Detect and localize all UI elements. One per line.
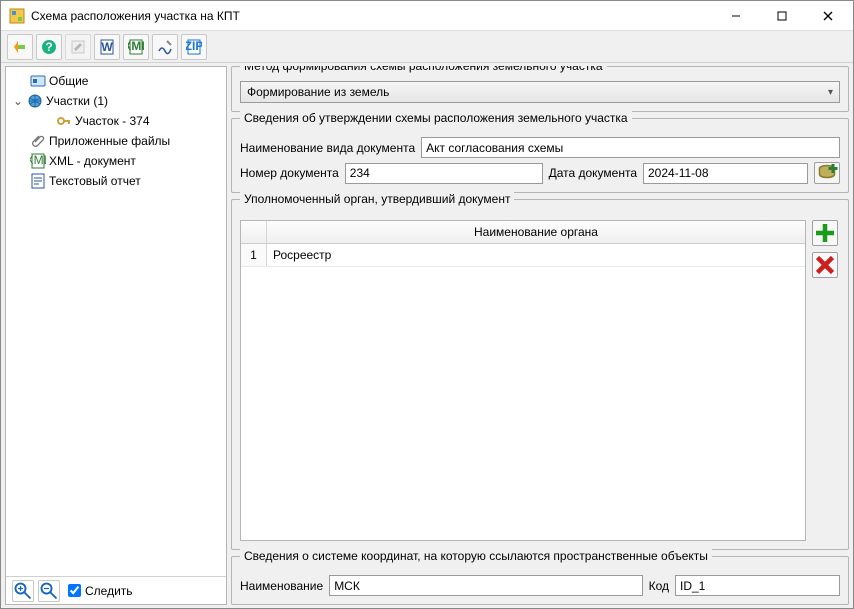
doc-add-button[interactable] bbox=[814, 162, 840, 184]
col-number bbox=[241, 221, 267, 243]
authority-group-title: Уполномоченный орган, утвердивший докуме… bbox=[240, 192, 514, 206]
window-title: Схема расположения участка на КПТ bbox=[31, 9, 713, 23]
tree-label: Участки (1) bbox=[46, 94, 108, 108]
app-window: Схема расположения участка на КПТ ? W XM… bbox=[0, 0, 854, 609]
method-select[interactable]: Формирование из земель ▾ bbox=[240, 81, 840, 103]
method-group: Метод формирования схемы расположения зе… bbox=[231, 66, 849, 112]
back-button[interactable] bbox=[7, 34, 33, 60]
titlebar: Схема расположения участка на КПТ bbox=[1, 1, 853, 31]
attach-icon bbox=[30, 133, 46, 149]
tree-item-parcel-374[interactable]: Участок - 374 bbox=[8, 111, 224, 131]
zoom-out-button[interactable] bbox=[38, 580, 60, 602]
table-row[interactable]: 1 Росреестр bbox=[241, 244, 805, 267]
crs-code-label: Код bbox=[649, 579, 669, 593]
tree-item-general[interactable]: Общие bbox=[8, 71, 224, 91]
table-header: Наименование органа bbox=[241, 221, 805, 244]
follow-checkbox-input[interactable] bbox=[68, 584, 81, 597]
zoom-in-button[interactable] bbox=[12, 580, 34, 602]
svg-text:ZIP: ZIP bbox=[186, 39, 202, 53]
col-name: Наименование органа bbox=[267, 221, 805, 243]
key-icon bbox=[56, 113, 72, 129]
svg-text:?: ? bbox=[45, 40, 52, 54]
sidebar-bottombar: Следить bbox=[6, 576, 226, 604]
tree-label: XML - документ bbox=[49, 154, 136, 168]
card-icon bbox=[30, 73, 46, 89]
xml-icon: XML bbox=[30, 153, 46, 169]
app-icon bbox=[9, 8, 25, 24]
export-xml-button[interactable]: XML bbox=[123, 34, 149, 60]
cell-name: Росреестр bbox=[267, 244, 805, 266]
doc-num-input[interactable] bbox=[345, 163, 543, 184]
doc-type-input[interactable] bbox=[421, 137, 840, 158]
table-body: 1 Росреестр bbox=[241, 244, 805, 540]
tree-label: Общие bbox=[49, 74, 88, 88]
signature-button[interactable] bbox=[152, 34, 178, 60]
authority-table[interactable]: Наименование органа 1 Росреестр bbox=[240, 220, 806, 541]
method-group-title: Метод формирования схемы расположения зе… bbox=[240, 66, 607, 73]
crs-group-title: Сведения о системе координат, на которую… bbox=[240, 549, 712, 563]
sidebar: Общие ⌄ Участки (1) Участок - 374 Прилож… bbox=[5, 66, 227, 605]
add-row-button[interactable] bbox=[812, 220, 838, 246]
svg-text:W: W bbox=[101, 40, 113, 54]
tree-item-attachments[interactable]: Приложенные файлы bbox=[8, 131, 224, 151]
doc-type-label: Наименование вида документа bbox=[240, 141, 415, 155]
authority-group: Уполномоченный орган, утвердивший докуме… bbox=[231, 199, 849, 550]
tree-item-parcels[interactable]: ⌄ Участки (1) bbox=[8, 91, 224, 111]
doc-date-label: Дата документа bbox=[549, 166, 637, 180]
doc-num-label: Номер документа bbox=[240, 166, 339, 180]
content: Метод формирования схемы расположения зе… bbox=[231, 66, 849, 605]
tree[interactable]: Общие ⌄ Участки (1) Участок - 374 Прилож… bbox=[6, 67, 226, 576]
approval-group-title: Сведения об утверждении схемы расположен… bbox=[240, 111, 632, 125]
approval-group: Сведения об утверждении схемы расположен… bbox=[231, 118, 849, 193]
tree-label: Приложенные файлы bbox=[49, 134, 170, 148]
follow-checkbox[interactable]: Следить bbox=[68, 584, 133, 598]
minimize-button[interactable] bbox=[713, 1, 759, 30]
toolbar: ? W XML ZIP bbox=[1, 31, 853, 63]
export-word-button[interactable]: W bbox=[94, 34, 120, 60]
crs-group: Сведения о системе координат, на которую… bbox=[231, 556, 849, 605]
tree-label: Текстовый отчет bbox=[49, 174, 141, 188]
crs-name-label: Наименование bbox=[240, 579, 323, 593]
tree-item-report[interactable]: Текстовый отчет bbox=[8, 171, 224, 191]
delete-row-button[interactable] bbox=[812, 252, 838, 278]
export-zip-button[interactable]: ZIP bbox=[181, 34, 207, 60]
edit-button[interactable] bbox=[65, 34, 91, 60]
method-select-value: Формирование из земель bbox=[247, 85, 389, 99]
tree-label: Участок - 374 bbox=[75, 114, 150, 128]
crs-name-input[interactable] bbox=[329, 575, 642, 596]
text-icon bbox=[30, 173, 46, 189]
maximize-button[interactable] bbox=[759, 1, 805, 30]
svg-text:XML: XML bbox=[128, 39, 144, 53]
svg-text:XML: XML bbox=[30, 153, 46, 167]
crs-code-input[interactable] bbox=[675, 575, 840, 596]
follow-label: Следить bbox=[85, 584, 133, 598]
help-button[interactable]: ? bbox=[36, 34, 62, 60]
chevron-down-icon: ▾ bbox=[828, 87, 833, 98]
close-button[interactable] bbox=[805, 1, 851, 30]
cell-number: 1 bbox=[241, 244, 267, 266]
doc-date-input[interactable] bbox=[643, 163, 808, 184]
tree-item-xml[interactable]: XML XML - документ bbox=[8, 151, 224, 171]
body: Общие ⌄ Участки (1) Участок - 374 Прилож… bbox=[1, 63, 853, 608]
chevron-down-icon[interactable]: ⌄ bbox=[12, 94, 24, 108]
authority-side-buttons bbox=[812, 220, 840, 541]
globe-icon bbox=[27, 93, 43, 109]
